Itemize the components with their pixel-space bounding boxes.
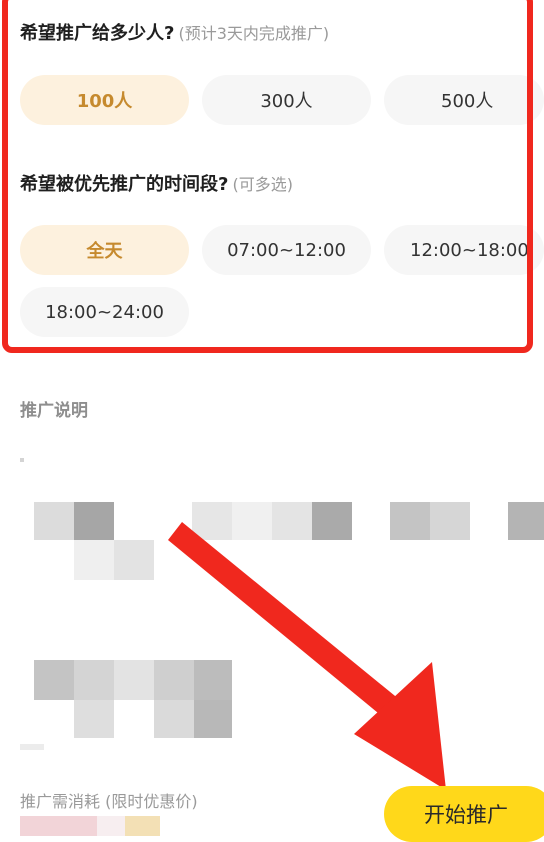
red-arrow-icon [168, 522, 446, 790]
start-promotion-button[interactable]: 开始推广 [384, 786, 544, 842]
arrow-shaft [168, 522, 422, 736]
